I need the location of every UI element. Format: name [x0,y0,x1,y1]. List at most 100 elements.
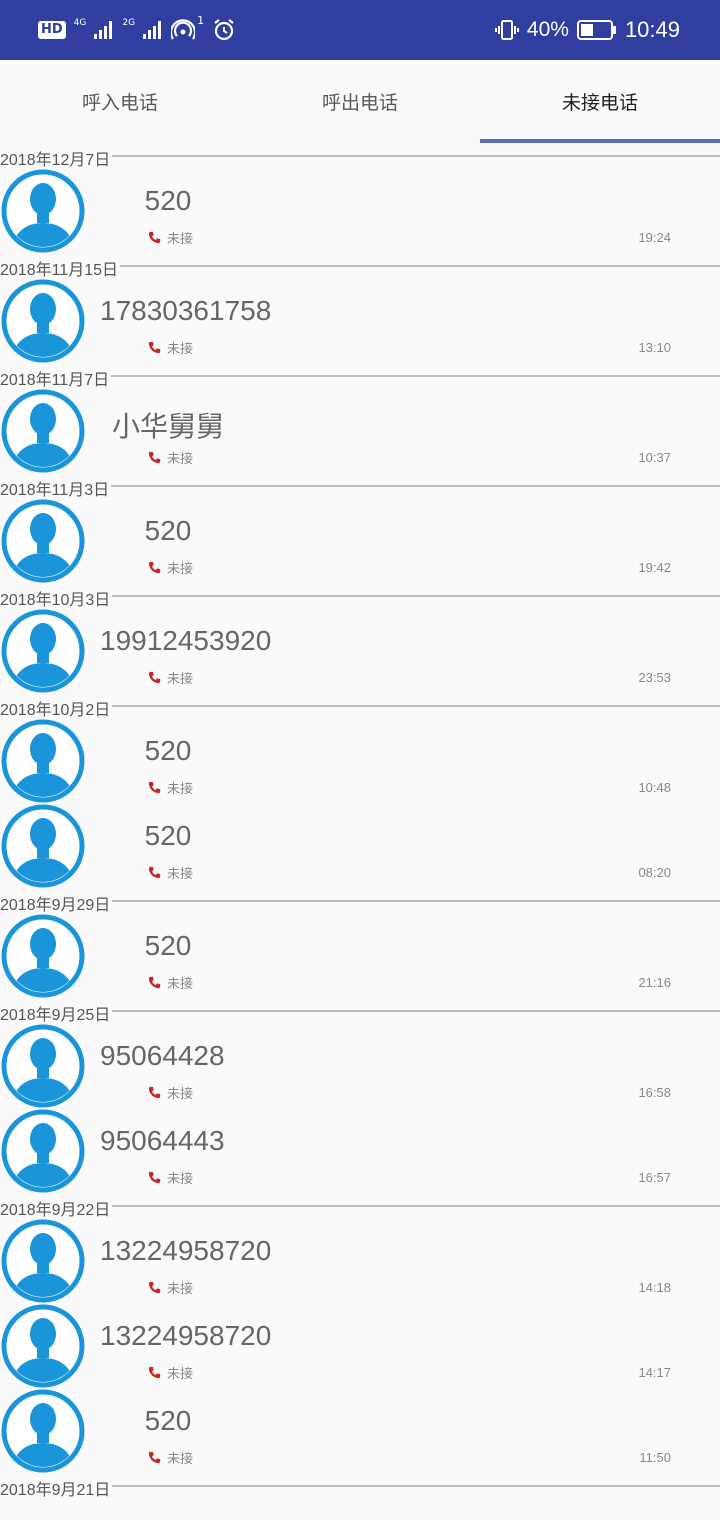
missed-call-icon [148,341,161,354]
call-row[interactable]: 13224958720 未接 14:17 [0,1303,720,1388]
tab-outgoing-calls[interactable]: 呼出电话 [240,60,480,143]
caller-name: 520 [144,930,192,961]
date-header: 2018年11月7日 [0,363,720,390]
call-row[interactable]: 小华舅舅 未接 10:37 [0,388,720,473]
call-row[interactable]: 95064428 未接 16:58 [0,1023,720,1108]
call-row[interactable]: 520 未接 19:24 [0,168,720,253]
vibrate-icon [494,20,519,40]
missed-status: 未接 [148,668,193,687]
tab-bar: 呼入电话 呼出电话 未接电话 [0,60,720,143]
call-log-list[interactable]: 2018年12月7日 520 未接 19:24 2018年11月15日 178303617… [0,143,720,1500]
tab-incoming-calls[interactable]: 呼入电话 [0,60,240,143]
contact-avatar-icon [1,719,85,803]
missed-label: 未接 [167,232,194,247]
caller-name: 520 [144,515,192,546]
caller-name: 95064443 [100,1125,225,1156]
call-row[interactable]: 520 未接 10:48 [0,718,720,803]
date-header: 2018年9月22日 [0,1193,720,1220]
missed-status: 未接 [148,1448,193,1467]
contact-avatar-icon [1,499,85,583]
date-header: 2018年10月3日 [0,583,720,610]
call-time: 14:17 [638,1365,671,1380]
network-type-1: 4G [73,17,87,28]
network-type-2: 2G [122,17,136,28]
caller-name: 520 [144,185,192,216]
missed-label: 未接 [167,452,194,467]
date-label: 2018年9月29日 [0,891,113,915]
caller-name: 520 [144,735,192,766]
date-header: 2018年12月7日 [0,143,720,170]
hotspot-icon [171,19,196,40]
call-row[interactable]: 13224958720 未接 14:18 [0,1218,720,1303]
call-row[interactable]: 520 未接 21:16 [0,913,720,998]
date-header: 2018年9月21日 [0,1473,720,1500]
date-label: 2018年10月3日 [0,586,113,610]
missed-call-icon [148,976,161,989]
missed-status: 未接 [148,228,193,247]
contact-avatar-icon [1,804,85,888]
missed-call-icon [148,781,161,794]
contact-avatar-icon [1,169,85,253]
caller-name: 95064428 [100,1040,225,1071]
hotspot-count: 1 [197,13,205,27]
contact-avatar-icon [1,1109,85,1193]
missed-label: 未接 [167,562,194,577]
call-row[interactable]: 19912453920 未接 23:53 [0,608,720,693]
missed-call-icon [148,1366,161,1379]
date-label: 2018年9月21日 [0,1476,113,1500]
date-header: 2018年9月25日 [0,998,720,1025]
missed-label: 未接 [167,1172,194,1187]
contact-avatar-icon [1,609,85,693]
missed-status: 未接 [148,1363,193,1382]
contact-avatar-icon [1,389,85,473]
missed-call-icon [148,671,161,684]
missed-status: 未接 [148,558,193,577]
missed-status: 未接 [148,778,193,797]
contact-avatar-icon [1,279,85,363]
date-header: 2018年11月15日 [0,253,720,280]
missed-label: 未接 [167,1367,194,1382]
date-label: 2018年10月2日 [0,696,113,720]
call-row[interactable]: 520 未接 19:42 [0,498,720,583]
call-time: 10:48 [638,780,671,795]
battery-percent: 40% [526,18,569,41]
call-time: 14:18 [638,1280,671,1295]
date-label: 2018年11月3日 [0,476,112,500]
missed-status: 未接 [148,338,193,357]
call-time: 19:42 [638,560,671,575]
missed-label: 未接 [167,672,194,687]
alarm-icon [214,19,234,41]
caller-name: 17830361758 [100,295,272,326]
missed-call-icon [148,451,161,464]
caller-name: 19912453920 [100,625,272,656]
contact-avatar-icon [1,1304,85,1388]
call-time: 13:10 [638,340,671,355]
date-label: 2018年11月15日 [0,256,121,280]
call-row[interactable]: 95064443 未接 16:57 [0,1108,720,1193]
missed-label: 未接 [167,342,194,357]
missed-status: 未接 [148,1083,193,1102]
hd-badge: HD [38,21,66,39]
call-row[interactable]: 520 未接 08:20 [0,803,720,888]
contact-avatar-icon [1,914,85,998]
missed-call-icon [148,231,161,244]
tab-missed-calls[interactable]: 未接电话 [480,60,720,143]
contact-avatar-icon [1,1219,85,1303]
signal-icon [94,21,113,39]
call-row[interactable]: 520 未接 11:50 [0,1388,720,1473]
call-time: 11:50 [639,1450,671,1465]
caller-name: 13224958720 [100,1320,272,1351]
missed-label: 未接 [167,782,194,797]
missed-label: 未接 [167,867,194,882]
missed-call-icon [148,1451,161,1464]
call-time: 16:58 [638,1085,671,1100]
missed-status: 未接 [148,1278,193,1297]
missed-call-icon [148,1281,161,1294]
call-time: 21:16 [638,975,671,990]
missed-call-icon [148,1171,161,1184]
call-row[interactable]: 17830361758 未接 13:10 [0,278,720,363]
date-header: 2018年9月29日 [0,888,720,915]
date-header: 2018年11月3日 [0,473,720,500]
contact-avatar-icon [1,1389,85,1473]
missed-status: 未接 [148,973,193,992]
